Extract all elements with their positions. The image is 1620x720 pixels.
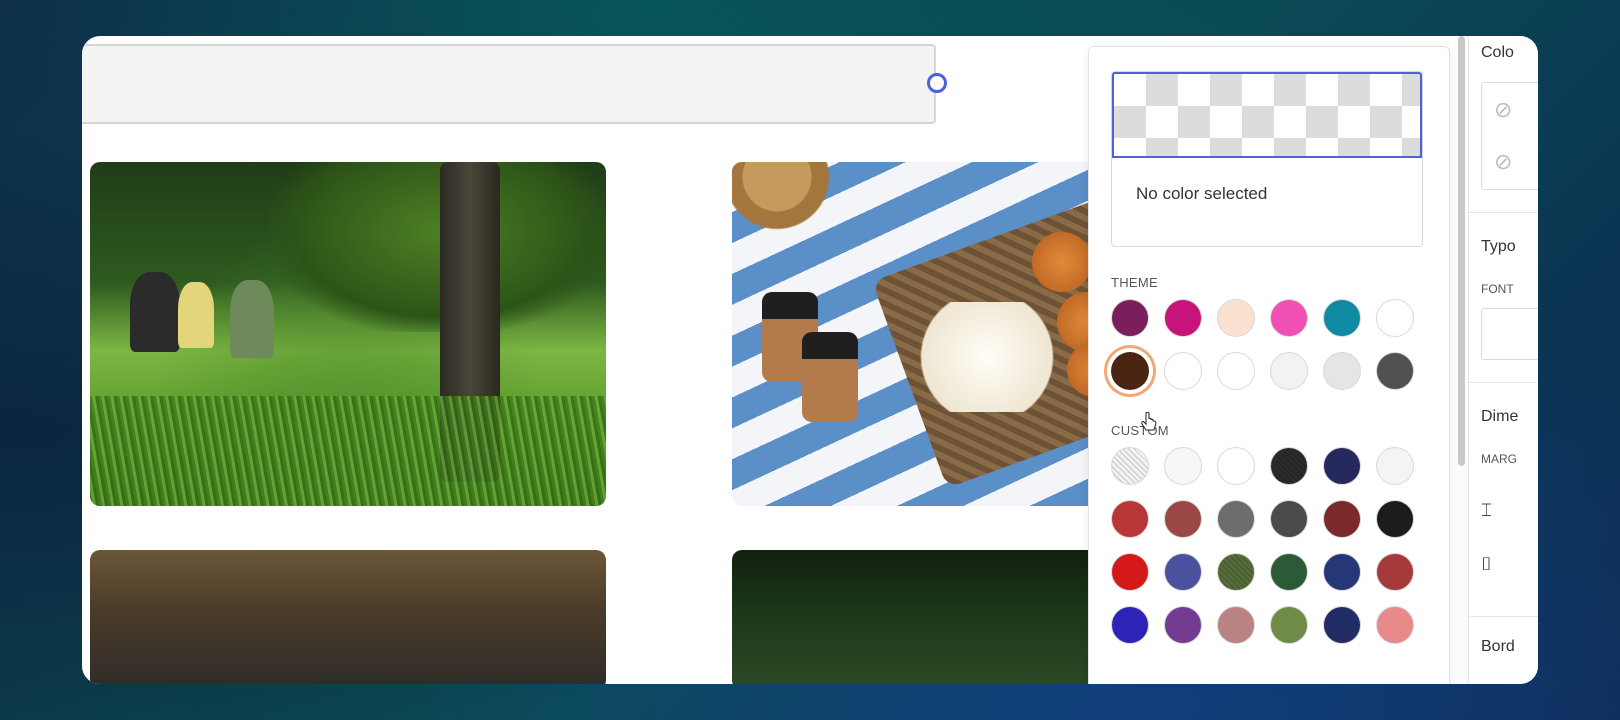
swatch-white-2[interactable]	[1164, 352, 1202, 390]
swatch-forest-green[interactable]	[1270, 553, 1308, 591]
swatch-bright-red[interactable]	[1111, 553, 1149, 591]
swatch-magenta[interactable]	[1164, 299, 1202, 337]
header-block[interactable]	[82, 44, 936, 124]
font-label: FONT	[1481, 282, 1514, 296]
margin-top-icon[interactable]: ⌶	[1481, 500, 1492, 521]
no-color-icon[interactable]: ⊘	[1494, 149, 1512, 175]
margin-side-icon[interactable]: ⌷	[1481, 554, 1492, 575]
straw-hat	[732, 162, 842, 232]
color-heading: Colo	[1481, 44, 1514, 61]
dimensions-heading: Dime	[1481, 408, 1519, 425]
swatch-rose-brown[interactable]	[1164, 500, 1202, 538]
popcorn	[912, 302, 1062, 412]
swatch-whitesmoke[interactable]	[1376, 447, 1414, 485]
swatch-maroon[interactable]	[1323, 500, 1361, 538]
swatch-charcoal[interactable]	[1376, 352, 1414, 390]
swatch-plum[interactable]	[1164, 606, 1202, 644]
properties-panel: Colo ⊘ ⊘ Typo FONT Dime MARG ⌶ ⌷ Bord	[1468, 36, 1538, 684]
swatch-royal-navy[interactable]	[1323, 553, 1361, 591]
typography-heading: Typo	[1481, 238, 1516, 255]
swatch-white[interactable]	[1376, 299, 1414, 337]
picker-scrollbar-thumb[interactable]	[1458, 36, 1465, 466]
swatch-olive-green[interactable]	[1270, 606, 1308, 644]
swatch-salmon[interactable]	[1376, 606, 1414, 644]
swatch-black-pattern[interactable]	[1270, 447, 1308, 485]
swatch-gray[interactable]	[1217, 500, 1255, 538]
swatch-off-white[interactable]	[1164, 447, 1202, 485]
transparent-swatch-preview[interactable]	[1112, 72, 1422, 158]
no-color-icon[interactable]: ⊘	[1494, 97, 1512, 123]
tree-canopy	[270, 162, 606, 332]
swatch-light-gray[interactable]	[1270, 352, 1308, 390]
color-preview: No color selected	[1111, 71, 1423, 247]
swatch-teal[interactable]	[1323, 299, 1361, 337]
gallery-image-park[interactable]	[90, 162, 606, 506]
no-color-text: No color selected	[1136, 184, 1268, 203]
divider	[1469, 382, 1538, 383]
croissant	[1032, 232, 1092, 292]
custom-label: CUSTOM	[1111, 423, 1169, 438]
border-heading: Bord	[1481, 638, 1515, 655]
color-picker-panel: No color selected THEME CUSTOM	[1088, 46, 1450, 684]
swatch-slate-blue[interactable]	[1164, 553, 1202, 591]
divider	[1469, 212, 1538, 213]
grass	[90, 396, 606, 506]
swatch-dusty-rose[interactable]	[1217, 606, 1255, 644]
theme-label: THEME	[1111, 275, 1158, 290]
swatch-blue-violet[interactable]	[1111, 606, 1149, 644]
swatch-white[interactable]	[1217, 447, 1255, 485]
person	[230, 280, 274, 358]
swatch-pink[interactable]	[1270, 299, 1308, 337]
editor-window: No color selected THEME CUSTOM Colo ⊘ ⊘ …	[82, 36, 1538, 684]
swatch-olive-pattern[interactable]	[1217, 553, 1255, 591]
swatch-dark-gray[interactable]	[1270, 500, 1308, 538]
swatch-navy[interactable]	[1323, 447, 1361, 485]
swatch-red[interactable]	[1111, 500, 1149, 538]
swatch-midnight[interactable]	[1323, 606, 1361, 644]
swatch-black[interactable]	[1376, 500, 1414, 538]
gallery-image-crowd[interactable]	[90, 550, 606, 684]
font-select[interactable]	[1481, 308, 1538, 360]
swatch-purple[interactable]	[1111, 299, 1149, 337]
color-options-box[interactable]: ⊘ ⊘	[1481, 82, 1538, 190]
swatch-peach[interactable]	[1217, 299, 1255, 337]
swatch-brick[interactable]	[1376, 553, 1414, 591]
divider	[1469, 616, 1538, 617]
swatch-gray[interactable]	[1323, 352, 1361, 390]
swatch-dark-brown[interactable]	[1111, 352, 1149, 390]
person	[130, 272, 180, 352]
swatch-white-3[interactable]	[1217, 352, 1255, 390]
resize-handle[interactable]	[927, 73, 947, 93]
swatch-light-pattern[interactable]	[1111, 447, 1149, 485]
margin-label: MARG	[1481, 452, 1517, 466]
coffee-cup	[802, 332, 858, 422]
person	[178, 282, 214, 348]
